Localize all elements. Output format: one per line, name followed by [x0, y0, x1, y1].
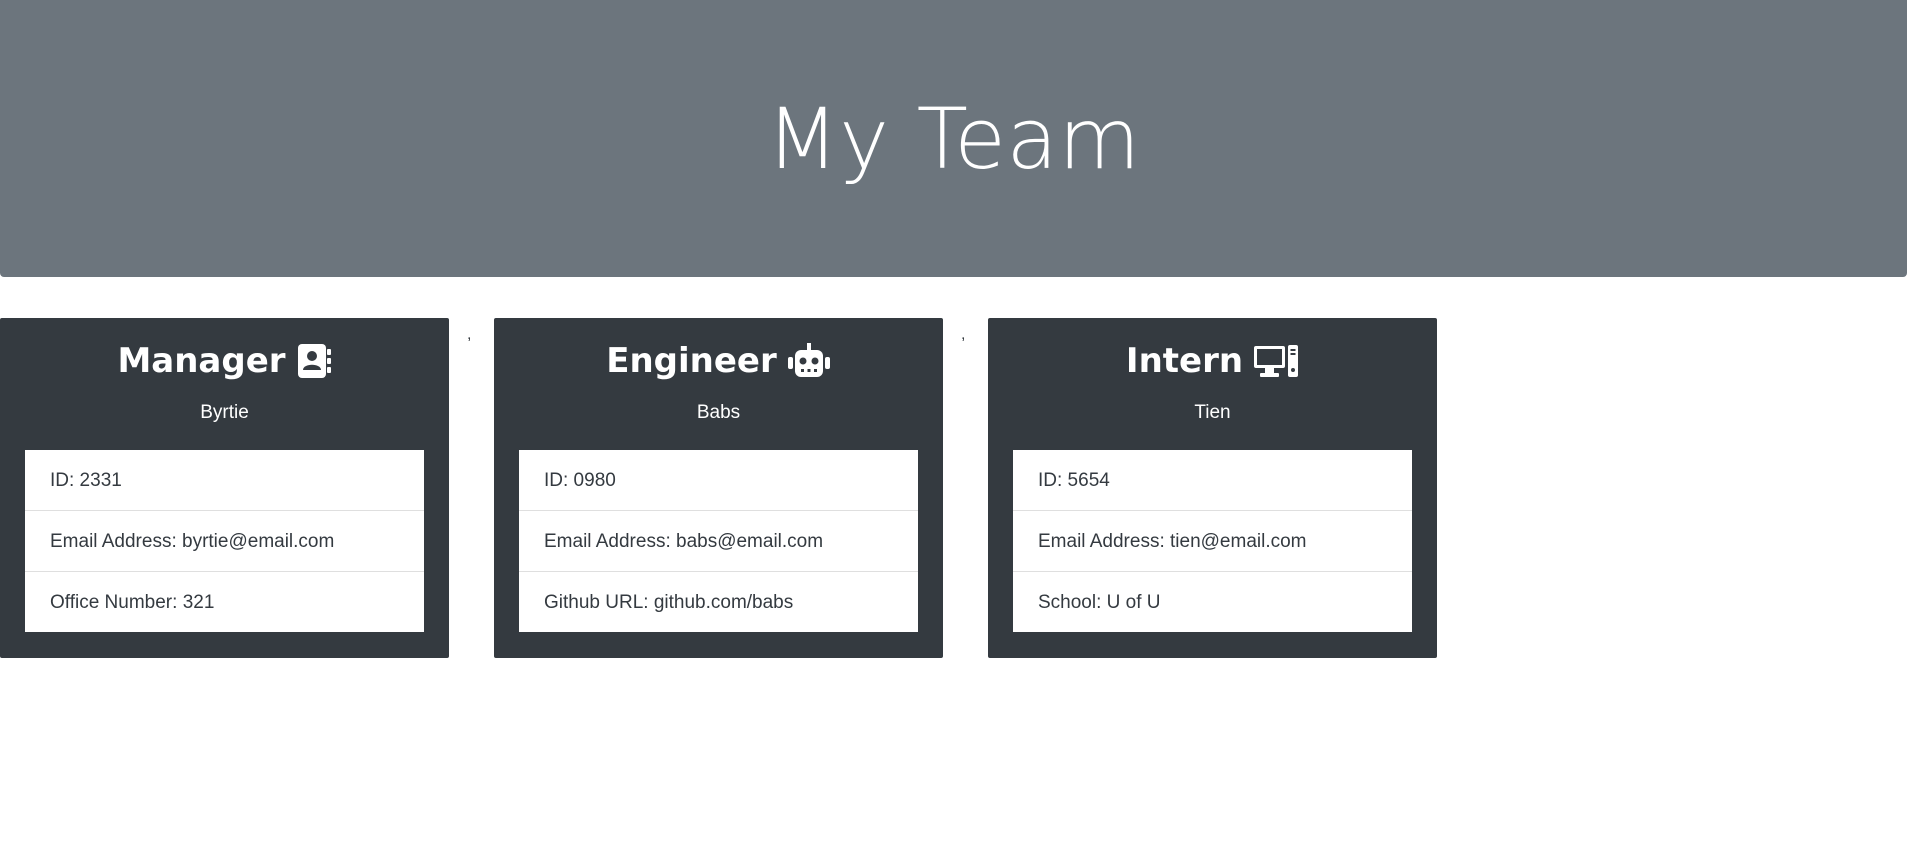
- list-item-email: Email Address: tien@email.com: [1013, 511, 1412, 572]
- jumbotron-header: My Team: [0, 0, 1907, 277]
- card-header: Engineer: [494, 318, 943, 392]
- intern-card: Intern Tien ID: 5654 Email Address: tien…: [988, 318, 1437, 658]
- list-item-school: School: U of U: [1038, 592, 1161, 613]
- list-item-id: ID: 2331: [25, 450, 424, 511]
- info-list: ID: 2331 Email Address: byrtie@email.com…: [25, 450, 424, 632]
- list-item-id: ID: 0980: [519, 450, 918, 511]
- card-header: Manager: [0, 318, 449, 392]
- employee-name: Byrtie: [200, 402, 249, 423]
- employee-name: Tien: [1194, 402, 1231, 423]
- separator-comma: ,: [467, 326, 472, 343]
- page-title: My Team: [766, 89, 1141, 188]
- computer-icon: [1254, 345, 1299, 377]
- employee-name: Babs: [696, 402, 741, 423]
- list-item-id: ID: 5654: [1013, 450, 1412, 511]
- card-role-title: Intern: [1125, 341, 1244, 381]
- address-book-icon: [297, 344, 331, 378]
- list-item-email: Email Address: babs@email.com: [519, 511, 918, 572]
- robot-icon: [787, 343, 830, 377]
- list-item-github: Github URL: github.com/babs: [544, 592, 794, 613]
- list-item-office-number: Office Number: 321: [50, 592, 215, 613]
- card-role-title: Manager: [117, 341, 286, 381]
- separator-comma: ,: [961, 326, 966, 343]
- list-item-email: Email Address: byrtie@email.com: [25, 511, 424, 572]
- info-list: ID: 0980 Email Address: babs@email.com G…: [519, 450, 918, 632]
- manager-card: Manager Byrtie ID: 2331 Email Address: b…: [0, 318, 449, 658]
- info-list: ID: 5654 Email Address: tien@email.com S…: [1013, 450, 1412, 632]
- card-role-title: Engineer: [606, 341, 777, 381]
- card-header: Intern: [988, 318, 1437, 392]
- engineer-card: Engineer Babs ID: 0980 Email Address: ba…: [494, 318, 943, 658]
